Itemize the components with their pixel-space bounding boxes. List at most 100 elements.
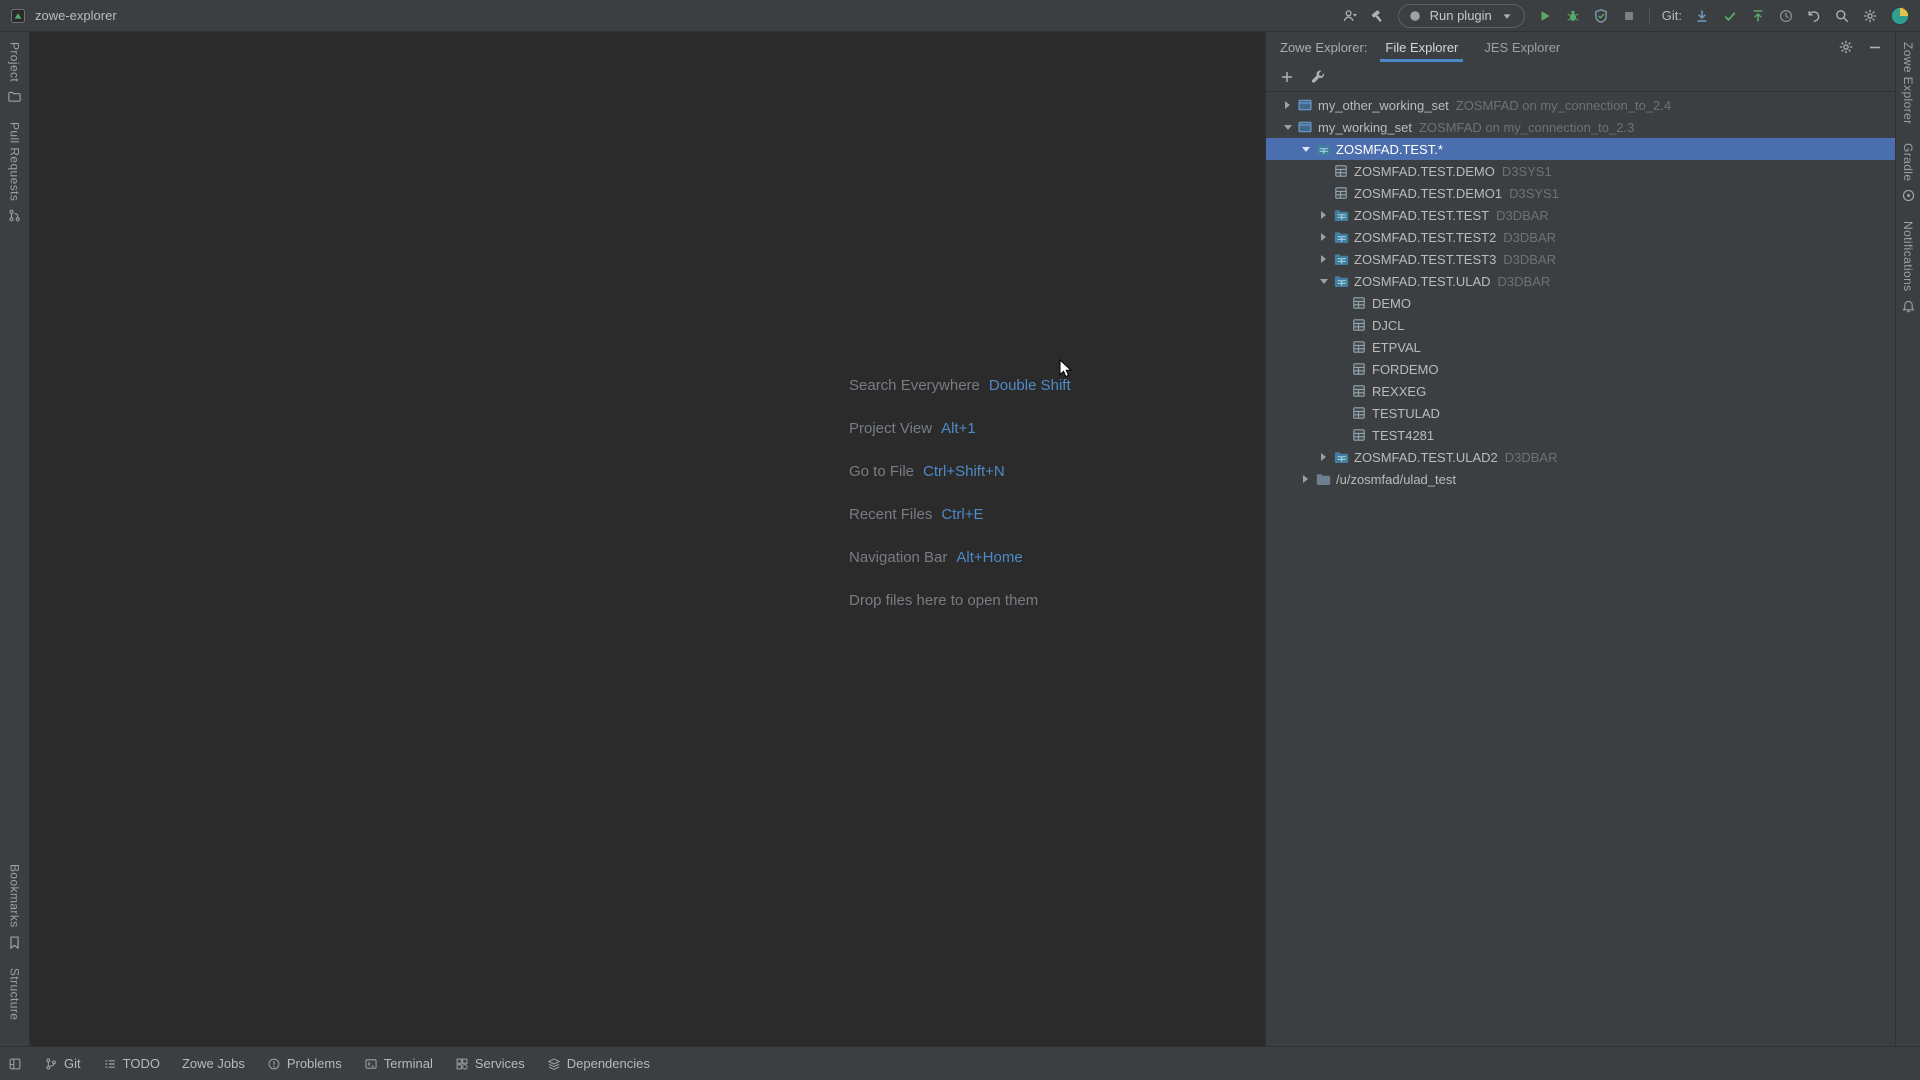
shortcut-keys: Ctrl+E <box>941 506 983 523</box>
statusbar-item-todo[interactable]: TODO <box>103 1056 160 1071</box>
dataset-member-icon <box>1351 405 1367 421</box>
tool-stripe-zowe-explorer[interactable]: Zowe Explorer <box>1901 42 1916 125</box>
tool-windows-icon[interactable] <box>8 1057 22 1071</box>
tree-node-my-other-working-set[interactable]: my_other_working_setZOSMFAD on my_connec… <box>1266 94 1895 116</box>
wrench-icon[interactable] <box>1310 69 1326 85</box>
statusbar-item-services[interactable]: Services <box>455 1056 525 1071</box>
chevron-right-icon[interactable] <box>1278 97 1297 113</box>
statusbar-item-label: TODO <box>123 1056 160 1071</box>
tree-node-zosmfad-test-demo1[interactable]: ZOSMFAD.TEST.DEMO1D3SYS1 <box>1266 182 1895 204</box>
chevron-placeholder <box>1314 185 1333 201</box>
tool-stripe-label: Structure <box>8 968 22 1020</box>
coverage-icon[interactable] <box>1593 8 1609 24</box>
settings-gear-icon[interactable] <box>1862 8 1878 24</box>
chevron-right-icon[interactable] <box>1314 207 1333 223</box>
avatar[interactable] <box>1890 6 1910 26</box>
gear-icon[interactable] <box>1838 39 1854 55</box>
tree-node-label: my_other_working_set <box>1318 98 1449 113</box>
tab-file-explorer[interactable]: File Explorer <box>1385 32 1458 62</box>
tree-node-label: /u/zosmfad/ulad_test <box>1336 472 1456 487</box>
statusbar-item-dependencies[interactable]: Dependencies <box>547 1056 650 1071</box>
tree-node-label: FORDEMO <box>1372 362 1438 377</box>
terminal-icon <box>364 1057 378 1071</box>
tree-node-suffix: D3SYS1 <box>1509 186 1559 201</box>
tree-node-my-working-set[interactable]: my_working_setZOSMFAD on my_connection_t… <box>1266 116 1895 138</box>
user-icon[interactable] <box>1342 8 1358 24</box>
debug-icon[interactable] <box>1565 8 1581 24</box>
tree-node-label: DJCL <box>1372 318 1405 333</box>
tree-node-zosmfad-test-demo[interactable]: ZOSMFAD.TEST.DEMOD3SYS1 <box>1266 160 1895 182</box>
tree-node-testulad[interactable]: TESTULAD <box>1266 402 1895 424</box>
minimize-icon[interactable] <box>1867 39 1883 55</box>
history-icon[interactable] <box>1778 8 1794 24</box>
tree-node-fordemo[interactable]: FORDEMO <box>1266 358 1895 380</box>
app-icon <box>10 8 26 24</box>
statusbar-item-git[interactable]: Git <box>44 1056 81 1071</box>
tool-stripe-structure[interactable]: Structure <box>7 968 22 1020</box>
gradle-icon <box>1901 188 1916 203</box>
undo-icon[interactable] <box>1806 8 1822 24</box>
stop-icon[interactable] <box>1621 8 1637 24</box>
tree-node-zosmfad-test-ulad[interactable]: ZOSMFAD.TEST.ULADD3DBAR <box>1266 270 1895 292</box>
tab-jes-explorer[interactable]: JES Explorer <box>1484 32 1560 62</box>
tree-node-zosmfad-test-test[interactable]: ZOSMFAD.TEST.TESTD3DBAR <box>1266 204 1895 226</box>
tree-node-label: REXXEG <box>1372 384 1426 399</box>
add-icon[interactable] <box>1279 69 1295 85</box>
tool-stripe-notifications[interactable]: Notifications <box>1901 221 1916 314</box>
chevron-placeholder <box>1332 317 1351 333</box>
statusbar-item-zowe-jobs[interactable]: Zowe Jobs <box>182 1056 245 1071</box>
run-configuration-combo[interactable]: Run plugin <box>1398 4 1525 28</box>
plugin-icon <box>1407 8 1423 24</box>
problems-icon <box>267 1057 281 1071</box>
tool-stripe-bookmarks[interactable]: Bookmarks <box>7 864 22 950</box>
editor-area: Search EverywhereDouble ShiftProject Vie… <box>30 32 1265 1046</box>
tool-stripe-pull-requests[interactable]: Pull Requests <box>7 122 22 223</box>
dataset-member-icon <box>1333 185 1349 201</box>
chevron-right-icon[interactable] <box>1296 471 1315 487</box>
pull-request-icon <box>7 208 22 223</box>
tool-stripe-label: Zowe Explorer <box>1901 42 1915 125</box>
statusbar-item-problems[interactable]: Problems <box>267 1056 342 1071</box>
chevron-right-icon[interactable] <box>1314 251 1333 267</box>
run-icon[interactable] <box>1537 8 1553 24</box>
dataset-folder-icon <box>1333 449 1349 465</box>
ide-window: zowe-explorer Run pluginGit: ProjectPull… <box>0 0 1920 1080</box>
project-folder-icon <box>7 89 22 104</box>
shortcut-keys: Ctrl+Shift+N <box>923 463 1005 480</box>
tree-node-zosmfad-test-test2[interactable]: ZOSMFAD.TEST.TEST2D3DBAR <box>1266 226 1895 248</box>
right-tool-stripe: Zowe Explorer Gradle Notifications <box>1895 32 1920 1046</box>
statusbar-item-label: Zowe Jobs <box>182 1056 245 1071</box>
shortcut-label: Go to File <box>849 463 914 480</box>
tree-node-demo[interactable]: DEMO <box>1266 292 1895 314</box>
dataset-member-icon <box>1351 427 1367 443</box>
dataset-member-icon <box>1351 361 1367 377</box>
dataset-folder-icon <box>1333 273 1349 289</box>
tree-node-etpval[interactable]: ETPVAL <box>1266 336 1895 358</box>
dataset-folder-icon <box>1333 229 1349 245</box>
push-icon[interactable] <box>1750 8 1766 24</box>
tree-node-djcl[interactable]: DJCL <box>1266 314 1895 336</box>
search-icon[interactable] <box>1834 8 1850 24</box>
git-branch-icon <box>44 1057 58 1071</box>
chevron-right-icon[interactable] <box>1314 229 1333 245</box>
working-set-icon <box>1297 119 1313 135</box>
tree-node-zosmfad-test[interactable]: ZOSMFAD.TEST.* <box>1266 138 1895 160</box>
dataset-folder-icon <box>1315 141 1331 157</box>
drop-files-hint: Drop files here to open them <box>849 579 1071 622</box>
commit-check-icon[interactable] <box>1722 8 1738 24</box>
tool-stripe-label: Pull Requests <box>8 122 22 201</box>
tool-stripe-project[interactable]: Project <box>7 42 22 104</box>
chevron-right-icon[interactable] <box>1314 449 1333 465</box>
chevron-down-icon[interactable] <box>1314 273 1333 289</box>
tree-node-rexxeg[interactable]: REXXEG <box>1266 380 1895 402</box>
vcs-update-icon[interactable] <box>1694 8 1710 24</box>
chevron-down-icon[interactable] <box>1278 119 1297 135</box>
tool-stripe-gradle[interactable]: Gradle <box>1901 143 1916 203</box>
hammer-icon[interactable] <box>1370 8 1386 24</box>
tree-node-test4281[interactable]: TEST4281 <box>1266 424 1895 446</box>
tree-node-u-zosmfad-ulad-test[interactable]: /u/zosmfad/ulad_test <box>1266 468 1895 490</box>
tree-node-zosmfad-test-test3[interactable]: ZOSMFAD.TEST.TEST3D3DBAR <box>1266 248 1895 270</box>
tree-node-zosmfad-test-ulad2[interactable]: ZOSMFAD.TEST.ULAD2D3DBAR <box>1266 446 1895 468</box>
statusbar-item-terminal[interactable]: Terminal <box>364 1056 433 1071</box>
chevron-down-icon[interactable] <box>1296 141 1315 157</box>
